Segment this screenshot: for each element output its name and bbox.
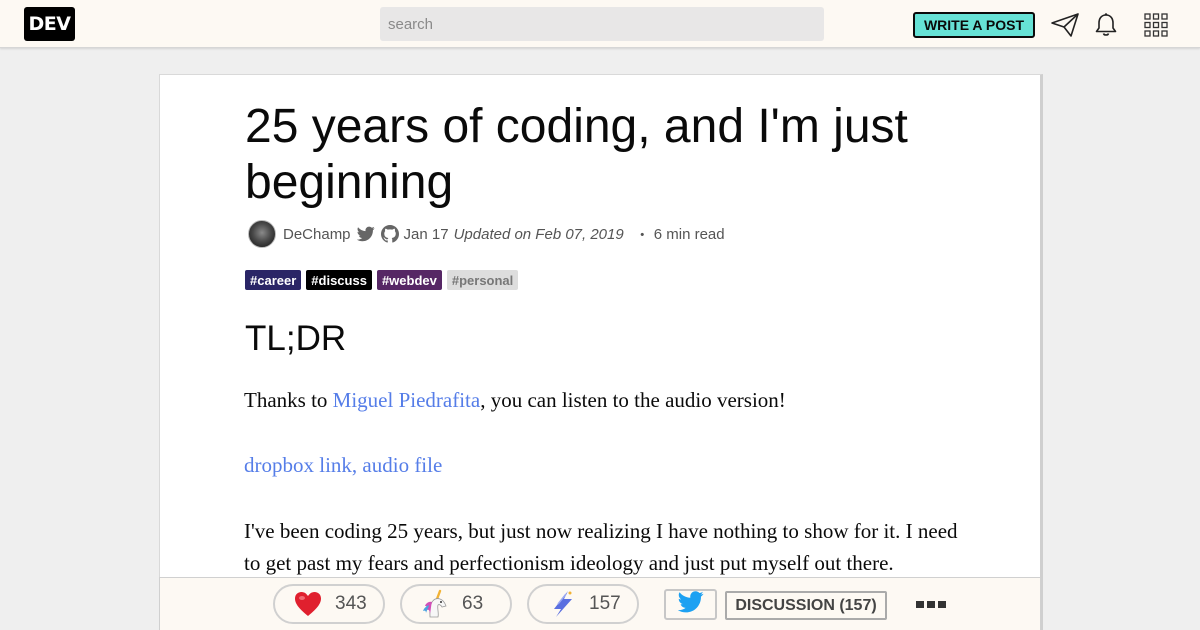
meta-separator: ・: [634, 226, 650, 244]
heart-count: 343: [335, 593, 367, 614]
reaction-bar: 343 63 157 DISCUSSION (157): [159, 577, 1041, 630]
dot: [938, 601, 946, 608]
bookmark-icon: [547, 589, 577, 619]
article-card: 25 years of coding, and I'm just beginni…: [159, 74, 1043, 630]
paper-plane-icon[interactable]: [1050, 10, 1080, 40]
bookmark-reaction-button[interactable]: 157: [527, 584, 639, 624]
read-time: 6 min read: [653, 225, 725, 243]
tag-webdev[interactable]: #webdev: [376, 270, 442, 290]
twitter-share-button[interactable]: [664, 589, 717, 620]
tag-discuss[interactable]: #discuss: [306, 270, 372, 290]
unicorn-reaction-button[interactable]: 63: [400, 584, 512, 624]
para-text: , you can listen to the audio version!: [480, 388, 786, 412]
published-date: Jan 17: [403, 225, 449, 243]
para-text: Thanks to: [244, 388, 333, 412]
unicorn-count: 63: [462, 593, 484, 614]
discussion-button[interactable]: DISCUSSION (157): [725, 591, 887, 620]
github-icon[interactable]: [380, 224, 400, 244]
paragraph-audio-credit: Thanks to Miguel Piedrafita, you can lis…: [244, 384, 964, 416]
miguel-piedrafita-link[interactable]: Miguel Piedrafita: [333, 388, 481, 412]
paragraph-audio-link: dropbox link, audio file: [244, 449, 964, 481]
twitter-icon: [677, 591, 704, 618]
dot: [916, 601, 924, 608]
article-title: 25 years of coding, and I'm just beginni…: [245, 100, 908, 209]
tag-personal[interactable]: #personal: [446, 270, 519, 290]
dot: [927, 601, 935, 608]
bookmark-count: 157: [589, 593, 621, 614]
more-options-icon[interactable]: [916, 601, 946, 608]
article-meta: DeChamp Jan 17 Updated on Feb 07, 2019 ・…: [248, 220, 725, 248]
write-a-post-button[interactable]: WRITE A POST: [913, 12, 1035, 38]
dev-logo[interactable]: DEV: [24, 7, 75, 41]
twitter-icon[interactable]: [356, 224, 376, 244]
unicorn-icon: [420, 589, 450, 619]
tag-career[interactable]: #career: [245, 270, 302, 290]
tag-list: #career #discuss #webdev #personal: [245, 270, 519, 290]
bell-icon[interactable]: [1091, 10, 1121, 40]
top-nav: DEV WRITE A POST: [0, 0, 1200, 48]
heart-reaction-button[interactable]: 343: [273, 584, 385, 624]
heart-icon: [293, 589, 323, 619]
search-input[interactable]: [380, 7, 824, 41]
section-heading: TL;DR: [245, 319, 347, 358]
updated-date: Updated on Feb 07, 2019: [453, 225, 624, 243]
paragraph-intro: I've been coding 25 years, but just now …: [244, 519, 958, 575]
dropbox-audio-link[interactable]: dropbox link, audio file: [244, 453, 442, 477]
author-name[interactable]: DeChamp: [283, 226, 351, 243]
author-avatar[interactable]: [248, 220, 276, 248]
grid-menu-icon[interactable]: [1141, 10, 1171, 40]
